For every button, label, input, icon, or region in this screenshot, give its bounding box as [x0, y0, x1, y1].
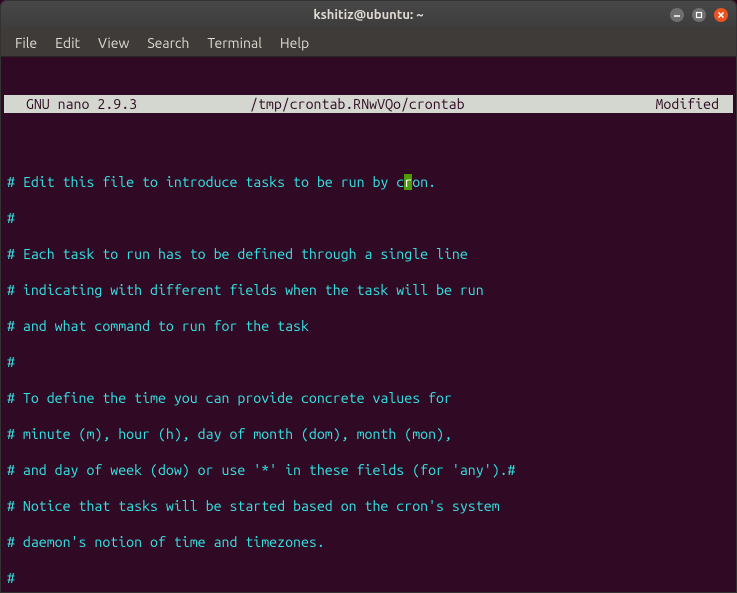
menubar: File Edit View Search Terminal Help: [1, 29, 736, 57]
menu-view[interactable]: View: [90, 32, 137, 54]
minimize-button[interactable]: [670, 8, 684, 22]
close-button[interactable]: [714, 8, 728, 22]
text: # Edit this file to introduce tasks to b…: [7, 174, 404, 190]
editor-line: # minute (m), hour (h), day of month (do…: [7, 425, 730, 443]
editor-line: # Each task to run has to be defined thr…: [7, 245, 730, 263]
window-title: kshitiz@ubuntu: ~: [313, 8, 423, 22]
editor-line: # To define the time you can provide con…: [7, 389, 730, 407]
terminal-window: kshitiz@ubuntu: ~ File Edit View Search …: [0, 0, 737, 593]
nano-app-name: GNU nano 2.9.3: [10, 95, 250, 113]
editor-line: # daemon's notion of time and timezones.: [7, 533, 730, 551]
menu-terminal[interactable]: Terminal: [199, 32, 270, 54]
menu-help[interactable]: Help: [272, 32, 317, 54]
terminal-body[interactable]: GNU nano 2.9.3 /tmp/crontab.RNwVQo/cront…: [1, 57, 736, 592]
editor-line: #: [7, 353, 730, 371]
titlebar[interactable]: kshitiz@ubuntu: ~: [1, 1, 736, 29]
editor-line: # Edit this file to introduce tasks to b…: [7, 173, 730, 191]
nano-header: GNU nano 2.9.3 /tmp/crontab.RNwVQo/cront…: [4, 95, 733, 113]
editor-line: #: [7, 209, 730, 227]
editor-line: #: [7, 569, 730, 587]
maximize-icon: [695, 11, 703, 19]
menu-edit[interactable]: Edit: [47, 32, 88, 54]
text: on.: [412, 174, 436, 190]
editor-line: # Notice that tasks will be started base…: [7, 497, 730, 515]
editor-line: # and day of week (dow) or use '*' in th…: [7, 461, 730, 479]
menu-search[interactable]: Search: [139, 32, 197, 54]
nano-file-path: /tmp/crontab.RNwVQo/crontab: [250, 95, 627, 113]
editor-line: [7, 137, 730, 155]
maximize-button[interactable]: [692, 8, 706, 22]
minimize-icon: [673, 11, 681, 19]
close-icon: [717, 11, 725, 19]
window-controls: [670, 8, 728, 22]
editor-line: # and what command to run for the task: [7, 317, 730, 335]
editor-line: # indicating with different fields when …: [7, 281, 730, 299]
nano-status: Modified: [627, 95, 727, 113]
menu-file[interactable]: File: [7, 32, 45, 54]
